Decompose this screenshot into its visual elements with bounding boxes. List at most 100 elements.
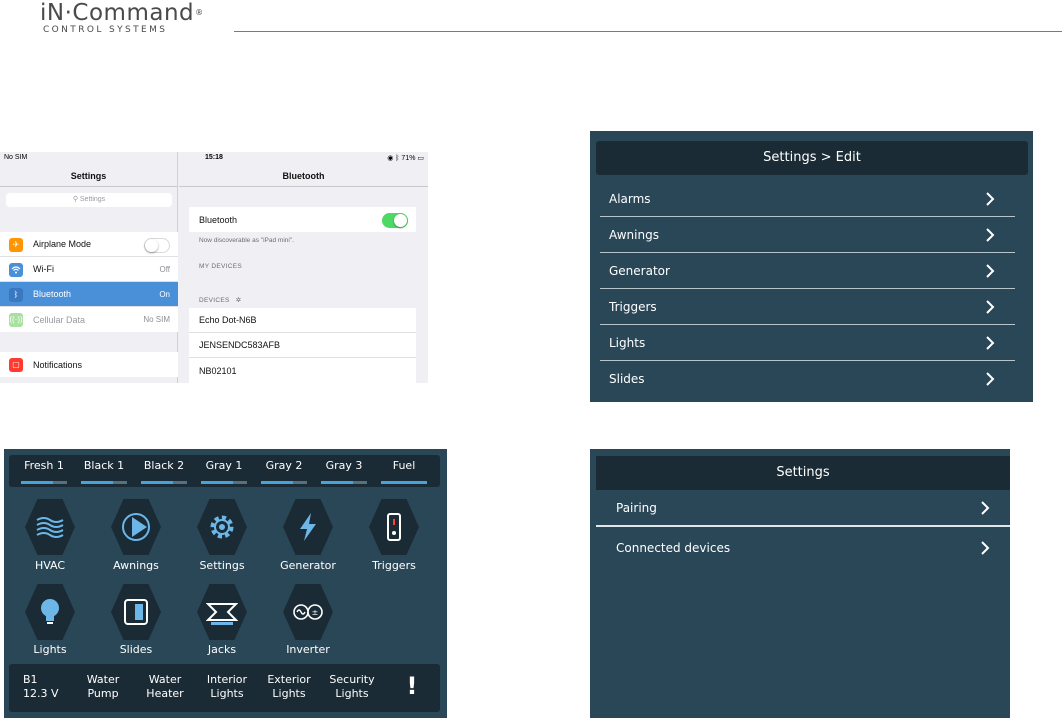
tank-level-fill (21, 481, 54, 484)
menu-item-connected-devices[interactable]: Connected devices (596, 529, 1010, 566)
hvac-icon (36, 517, 64, 538)
menu-item-lights[interactable]: Lights (600, 325, 1015, 361)
quick-status-bar: B1 12.3 V Water Pump Water Heater Interi… (9, 664, 440, 712)
tank-level-fill (81, 481, 114, 484)
settings-title: Settings (70, 171, 107, 181)
tank-label: Fresh 1 (24, 459, 64, 472)
tank-level-bar (81, 481, 127, 484)
settings-item-notifications[interactable]: ▢ Notifications (0, 352, 178, 377)
devices-list: Echo Dot-N6B JENSENDC583AFB NB02101 (189, 308, 416, 383)
settings-edit-title: Settings > Edit (596, 141, 1028, 175)
chevron-right-icon (986, 372, 995, 386)
chevron-right-icon (981, 540, 990, 555)
settings-screen-title: Settings (596, 456, 1010, 490)
bluetooth-detail-pane: 15:18 ◉ ᛒ 71% ▭ Bluetooth Bluetooth Now … (179, 152, 428, 383)
battery-status[interactable]: B1 12.3 V (23, 673, 63, 701)
tile-inverter[interactable]: ± (283, 584, 333, 640)
cellular-status-value: No SIM (143, 315, 170, 324)
device-item[interactable]: JENSENDC583AFB (189, 333, 416, 358)
tank-level-fill (381, 481, 427, 484)
bluetooth-toggle[interactable] (382, 213, 408, 228)
interior-lights-button[interactable]: Interior Lights (197, 673, 257, 701)
nav-divider (0, 186, 177, 187)
tile-label: Slides (119, 643, 153, 656)
header-divider (234, 31, 1062, 32)
airplane-icon: ✈ (9, 238, 23, 252)
tank-level-fill (261, 481, 294, 484)
wifi-status-value: Off (159, 264, 170, 274)
tile-label: Triggers (372, 559, 416, 572)
tank-level-fill (141, 481, 174, 484)
bluetooth-icon: ᛒ (9, 288, 23, 302)
settings-search-input[interactable]: ⚲ Settings (6, 193, 172, 207)
discoverable-note: Now discoverable as "iPad mini". (199, 237, 294, 244)
chevron-right-icon (986, 263, 995, 278)
bluetooth-title: Bluetooth (282, 171, 325, 181)
menu-item-slides[interactable]: Slides (600, 361, 1015, 397)
trigger-switch-icon (387, 513, 401, 541)
tile-settings[interactable] (197, 499, 247, 555)
tile-label: Inverter (286, 643, 330, 656)
tile-label: Jacks (207, 643, 237, 656)
tank-level-bar (141, 481, 187, 484)
alert-icon[interactable]: ! (397, 672, 427, 700)
tank-level-bar (321, 481, 367, 484)
tank-label: Gray 3 (325, 459, 363, 472)
tile-label: Generator (280, 559, 336, 572)
status-time: 15:18 (205, 154, 223, 161)
brand-logo: iN·Command® CONTROL SYSTEMS (40, 2, 240, 36)
bluetooth-status-value: On (159, 289, 170, 299)
menu-item-pairing[interactable]: Pairing (596, 490, 1010, 527)
settings-item-bluetooth[interactable]: ᛒ Bluetooth On (0, 282, 178, 307)
tank-label: Fuel (392, 459, 416, 472)
tile-lights[interactable] (25, 584, 75, 640)
tank-level-fill (201, 481, 234, 484)
settings-list: ✈ Airplane Mode Wi-Fi Off ᛒ Bluetooth On… (0, 232, 178, 332)
notifications-icon: ▢ (9, 358, 23, 372)
menu-item-triggers[interactable]: Triggers (600, 289, 1015, 325)
menu-item-awnings[interactable]: Awnings (600, 217, 1015, 253)
my-devices-header: MY DEVICES (199, 263, 242, 270)
slide-icon (124, 599, 148, 625)
exterior-lights-button[interactable]: Exterior Lights (259, 673, 319, 701)
menu-item-alarms[interactable]: Alarms (600, 181, 1015, 217)
chevron-right-icon (981, 500, 990, 515)
tile-triggers[interactable] (369, 499, 419, 555)
security-lights-button[interactable]: Security Lights (321, 673, 383, 701)
tank-levels-bar: Fresh 1 Black 1 Black 2 Gray 1 Gray 2 Gr… (9, 455, 440, 487)
settings-edit-screen: Settings > Edit Alarms Awnings Generator… (590, 131, 1033, 402)
tile-jacks[interactable] (197, 584, 247, 640)
settings-screen: Settings Pairing Connected devices (590, 449, 1010, 718)
lightbulb-icon (41, 599, 59, 624)
tank-level-bar (261, 481, 307, 484)
bluetooth-toggle-card: Bluetooth (189, 207, 416, 232)
tile-hvac[interactable] (25, 499, 75, 555)
menu-item-generator[interactable]: Generator (600, 253, 1015, 289)
water-pump-button[interactable]: Water Pump (73, 673, 133, 701)
water-heater-button[interactable]: Water Heater (135, 673, 195, 701)
chevron-right-icon (986, 227, 995, 242)
gear-icon (210, 515, 234, 539)
device-item[interactable]: NB02101 (189, 358, 416, 383)
settings-item-wifi[interactable]: Wi-Fi Off (0, 257, 178, 282)
tile-slides[interactable] (111, 584, 161, 640)
settings-item-airplane-mode[interactable]: ✈ Airplane Mode (0, 232, 178, 257)
settings-list-2: ▢ Notifications (0, 352, 178, 377)
tile-awnings[interactable] (111, 499, 161, 555)
inverter-icon: ± (293, 604, 323, 620)
bluetooth-toggle-row[interactable]: Bluetooth (189, 207, 416, 232)
ipad-settings-screen: No SIM Settings ⚲ Settings ✈ Airplane Mo… (0, 152, 428, 383)
cellular-icon: ((·)) (9, 313, 23, 327)
nav-divider-right (179, 186, 428, 187)
awning-icon (122, 513, 150, 541)
airplane-mode-toggle[interactable] (144, 238, 170, 253)
tank-label: Black 1 (83, 459, 125, 472)
settings-item-cellular-data[interactable]: ((·)) Cellular Data No SIM (0, 307, 178, 332)
tile-generator[interactable] (283, 499, 333, 555)
status-battery: ◉ ᛒ 71% ▭ (387, 155, 424, 162)
chevron-right-icon (986, 191, 995, 206)
tank-label: Gray 1 (205, 459, 243, 472)
tank-level-bar (21, 481, 67, 484)
tank-label: Gray 2 (265, 459, 303, 472)
device-item[interactable]: Echo Dot-N6B (189, 308, 416, 333)
